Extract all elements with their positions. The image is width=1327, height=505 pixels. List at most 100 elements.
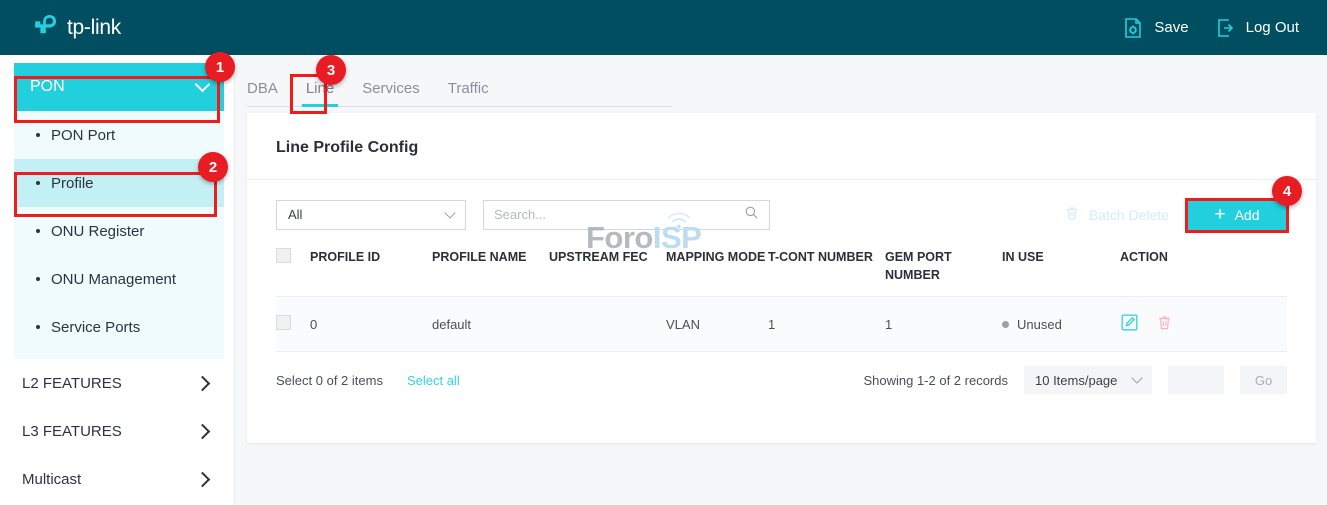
toolbar-actions: Batch Delete + Add [1064, 199, 1287, 230]
cell-upstream-fec [549, 297, 666, 352]
sidebar-group-pon[interactable]: PON [14, 63, 224, 111]
logout-arrow-icon [1213, 16, 1237, 40]
annotation-badge-2: 2 [198, 152, 228, 182]
save-button[interactable]: Save [1121, 16, 1188, 40]
chevron-right-icon [195, 471, 211, 487]
trash-icon [1064, 205, 1080, 224]
tab-traffic[interactable]: Traffic [434, 80, 503, 106]
status-badge: Unused [1002, 317, 1120, 332]
logout-label: Log Out [1246, 19, 1299, 36]
page-title: Line Profile Config [247, 113, 1316, 157]
selection-status: Select 0 of 2 items [276, 373, 383, 388]
search-input[interactable] [494, 207, 744, 222]
page-size-select[interactable]: 10 Items/page [1024, 366, 1152, 394]
column-profile-id: PROFILE ID [310, 240, 432, 297]
table-footer: Select 0 of 2 items Select all Showing 1… [247, 352, 1316, 394]
batch-delete-button[interactable]: Batch Delete [1064, 205, 1169, 224]
column-in-use: IN USE [1002, 240, 1120, 297]
column-profile-name: PROFILE NAME [432, 240, 549, 297]
cell-mapping-mode: VLAN [666, 297, 768, 352]
sidebar-item-label: L2 FEATURES [22, 375, 122, 392]
annotation-badge-1: 1 [205, 52, 235, 82]
pagination-controls: Showing 1-2 of 2 records 10 Items/page G… [863, 366, 1287, 394]
sidebar-item-l3-features[interactable]: L3 FEATURES [14, 407, 224, 455]
batch-delete-label: Batch Delete [1089, 207, 1169, 223]
tplink-logo-icon [31, 13, 60, 42]
chevron-down-icon [195, 77, 211, 93]
sidebar-group-pon-label: PON [30, 78, 65, 96]
status-dot-icon [1002, 321, 1009, 328]
brand-logo[interactable]: tp-link [31, 13, 121, 42]
table-head: PROFILE ID PROFILE NAME UPSTREAM FEC MAP… [276, 240, 1287, 297]
table-row[interactable]: 0 default VLAN 1 1 Unused [276, 297, 1287, 352]
filter-select[interactable]: All [276, 200, 466, 230]
sidebar-item-pon-port[interactable]: PON Port [14, 111, 224, 159]
tab-bar: DBA Line Services Traffic [247, 74, 672, 107]
column-tcont-number: T-CONT NUMBER [768, 240, 885, 297]
column-gem-port-number: GEM PORT NUMBER [885, 240, 1002, 297]
edit-pencil-icon[interactable] [1120, 313, 1139, 335]
profile-table: PROFILE ID PROFILE NAME UPSTREAM FEC MAP… [276, 240, 1287, 352]
bullet-icon [36, 229, 40, 233]
save-gear-can-icon [1121, 16, 1145, 40]
page-size-value: 10 Items/page [1035, 373, 1117, 388]
header-actions: Save Log Out [1121, 16, 1299, 40]
tab-services[interactable]: Services [348, 80, 434, 106]
column-mapping-mode: MAPPING MODE [666, 240, 768, 297]
sidebar-item-multicast[interactable]: Multicast [14, 455, 224, 503]
filter-select-value: All [288, 207, 302, 222]
row-actions [1120, 313, 1287, 335]
page-number-input[interactable] [1168, 366, 1224, 394]
cell-profile-id: 0 [310, 297, 432, 352]
sidebar-item-label: Service Ports [51, 319, 140, 336]
save-label: Save [1154, 19, 1188, 36]
row-select-cell [276, 297, 310, 352]
cell-profile-name: default [432, 297, 549, 352]
cell-action [1120, 297, 1287, 352]
sidebar-item-profile[interactable]: Profile [14, 159, 224, 207]
sidebar: PON PON Port Profile ONU Register ONU Ma… [0, 55, 235, 505]
tab-dba[interactable]: DBA [247, 80, 292, 106]
records-status: Showing 1-2 of 2 records [863, 373, 1008, 388]
delete-trash-icon[interactable] [1156, 314, 1173, 334]
annotation-badge-3: 3 [316, 55, 346, 85]
bullet-icon [36, 325, 40, 329]
table-toolbar: All [247, 180, 1316, 232]
select-all-header [276, 240, 310, 297]
sidebar-item-service-ports[interactable]: Service Ports [14, 303, 224, 351]
bullet-icon [36, 181, 40, 185]
status-label: Unused [1017, 317, 1062, 332]
sidebar-item-label: Profile [51, 175, 94, 192]
chevron-down-icon [444, 207, 455, 218]
cell-in-use: Unused [1002, 297, 1120, 352]
chevron-right-icon [195, 423, 211, 439]
cell-gem-port-number: 1 [885, 297, 1002, 352]
table-body: 0 default VLAN 1 1 Unused [276, 297, 1287, 352]
row-checkbox[interactable] [276, 315, 291, 330]
sidebar-item-l2-features[interactable]: L2 FEATURES [14, 359, 224, 407]
brand-name: tp-link [67, 16, 121, 40]
search-box[interactable] [483, 200, 770, 230]
chevron-right-icon [195, 375, 211, 391]
select-all-checkbox[interactable] [276, 248, 291, 263]
sidebar-item-label: Multicast [22, 471, 81, 488]
bullet-icon [36, 133, 40, 137]
table-header-row: PROFILE ID PROFILE NAME UPSTREAM FEC MAP… [276, 240, 1287, 297]
select-all-link[interactable]: Select all [407, 373, 460, 388]
bullet-icon [36, 277, 40, 281]
top-header-bar: tp-link Save Log Out [0, 0, 1327, 55]
sidebar-item-label: ONU Register [51, 223, 144, 240]
cell-tcont-number: 1 [768, 297, 885, 352]
go-button[interactable]: Go [1240, 366, 1287, 394]
logout-button[interactable]: Log Out [1213, 16, 1299, 40]
annotation-badge-4: 4 [1272, 176, 1302, 206]
add-button[interactable]: + Add [1187, 199, 1287, 230]
search-icon[interactable] [744, 205, 759, 225]
chevron-down-icon [1131, 373, 1142, 384]
sidebar-item-onu-register[interactable]: ONU Register [14, 207, 224, 255]
tab-line[interactable]: Line [292, 80, 348, 106]
main-panel: Line Profile Config All [247, 113, 1316, 443]
sidebar-item-onu-management[interactable]: ONU Management [14, 255, 224, 303]
sidebar-item-label: L3 FEATURES [22, 423, 122, 440]
sidebar-subitems: PON Port Profile ONU Register ONU Manage… [14, 111, 224, 359]
